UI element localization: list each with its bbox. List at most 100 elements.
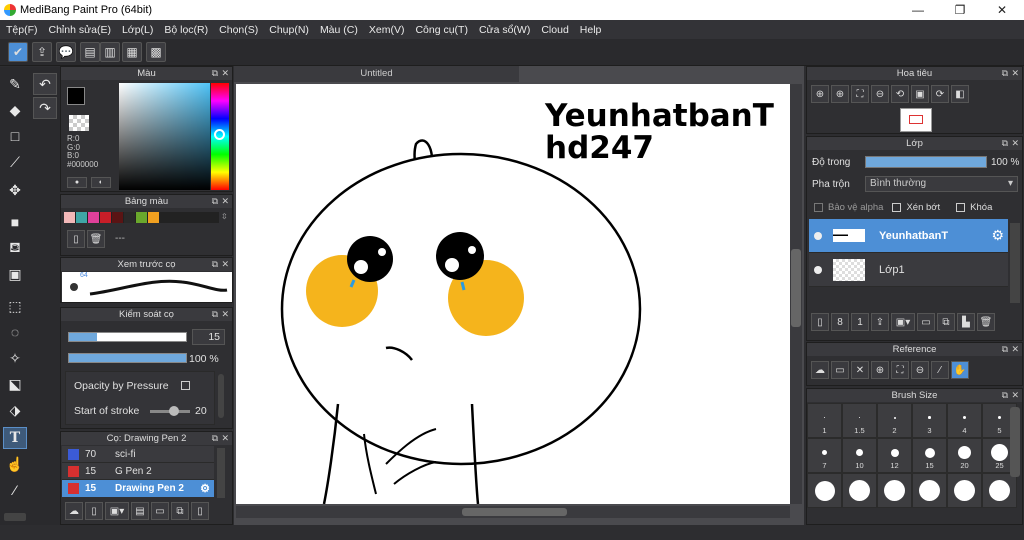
start-stroke-handle[interactable] (169, 406, 179, 416)
brush-size-slider[interactable] (68, 332, 187, 342)
magic-wand-icon[interactable]: ✧ (3, 347, 27, 369)
bucket-tool-icon[interactable]: ⛾ (3, 237, 27, 259)
menu-color[interactable]: Màu (C) (320, 24, 358, 36)
close-button[interactable]: ✕ (990, 2, 1014, 18)
brush-size-cell[interactable]: 1.5 (842, 403, 877, 438)
layer-opacity-slider[interactable] (865, 156, 987, 168)
opacity-pressure-checkbox[interactable] (181, 381, 190, 390)
brush-size-scrollbar[interactable] (1010, 407, 1020, 477)
tool-scroll-handle[interactable] (4, 513, 26, 521)
brush-size-cell[interactable]: 12 (877, 438, 912, 473)
duplicate-brush-icon[interactable]: ⧉ (171, 502, 189, 520)
new-1bit-layer-icon[interactable]: 1 (851, 313, 869, 331)
menu-help[interactable]: Help (580, 24, 602, 36)
merge-layer-icon[interactable]: ▙ (957, 313, 975, 331)
grid-check-icon[interactable]: ▩ (146, 42, 166, 62)
color-tool-icon[interactable]: ● (67, 177, 87, 188)
undock-icon[interactable]: ⧉ (212, 258, 218, 271)
zoom-out-icon[interactable]: ⊖ (911, 361, 929, 379)
new-palette-icon[interactable]: ▯ (67, 230, 85, 248)
brush-settings-icon[interactable]: ▤ (131, 502, 149, 520)
drawing-canvas[interactable]: YeunhatbanT hd247 (236, 84, 790, 504)
palette-swatch[interactable] (76, 212, 87, 223)
menu-select[interactable]: Chọn(S) (219, 24, 258, 36)
close-icon[interactable]: ✕ (221, 258, 229, 271)
brush-size-cell[interactable]: 3 (912, 403, 947, 438)
flip-icon[interactable]: ◧ (951, 85, 969, 103)
list-item-selected[interactable]: 15 Drawing Pen 2 ⚙ (62, 480, 214, 497)
palette-swatch[interactable] (148, 212, 159, 223)
fill-rect-tool-icon[interactable]: ■ (3, 211, 27, 233)
layer-visibility-icon[interactable] (814, 231, 822, 240)
close-icon[interactable]: ✕ (221, 432, 229, 445)
brush-size-cell[interactable] (842, 473, 877, 508)
restore-button[interactable]: ❐ (948, 2, 972, 18)
undock-icon[interactable]: ⧉ (1002, 343, 1008, 356)
menu-snap[interactable]: Chụp(N) (269, 24, 309, 36)
undock-icon[interactable]: ⧉ (1002, 389, 1008, 402)
text-tool-icon[interactable]: T (3, 427, 27, 449)
zoom-out-icon[interactable]: ⊖ (871, 85, 889, 103)
close-icon[interactable]: ✕ (221, 67, 229, 80)
list-item[interactable]: 70 sci-fi (62, 446, 214, 463)
page-icon[interactable]: ▥ (100, 42, 120, 62)
brush-size-cell[interactable] (807, 473, 842, 508)
add-layer-dropdown-icon[interactable]: ▣▾ (891, 313, 915, 331)
menu-layer[interactable]: Lớp(L) (122, 24, 153, 36)
blend-mode-select[interactable]: Bình thường ▾ (865, 176, 1018, 192)
horizontal-scroll-thumb[interactable] (462, 508, 567, 516)
start-stroke-slider[interactable] (150, 406, 190, 416)
delete-layer-icon[interactable]: 🗑 (977, 313, 995, 331)
layer-list-scrollbar[interactable] (1010, 223, 1020, 303)
canvas-horizontal-scrollbar[interactable] (236, 506, 790, 518)
brush-size-cell[interactable]: 2 (877, 403, 912, 438)
menu-edit[interactable]: Chỉnh sửa(E) (49, 24, 111, 36)
close-icon[interactable]: ✕ (221, 308, 229, 321)
close-icon[interactable]: ✕ (1011, 137, 1019, 150)
palette-swatch[interactable] (112, 212, 123, 223)
menu-filter[interactable]: Bộ lọc(R) (164, 24, 208, 36)
menu-cloud[interactable]: Cloud (541, 24, 568, 36)
undo-icon[interactable]: ↶ (33, 73, 57, 95)
select-tool-icon[interactable]: ⬚ (3, 295, 27, 317)
fit-icon[interactable]: ⛶ (891, 361, 909, 379)
undock-icon[interactable]: ⧉ (212, 308, 218, 321)
folder-icon[interactable]: ▭ (917, 313, 935, 331)
menu-tools[interactable]: Công cụ(T) (415, 24, 468, 36)
palette-swatch[interactable] (124, 212, 135, 223)
brush-size-cell[interactable]: 15 (912, 438, 947, 473)
brush-settings-gear-icon[interactable]: ⚙ (200, 482, 210, 495)
saturation-value-picker[interactable] (119, 83, 210, 190)
brush-size-cell[interactable]: 20 (947, 438, 982, 473)
duplicate-layer-icon[interactable]: ⧉ (937, 313, 955, 331)
navigator-thumbnail[interactable] (900, 108, 932, 132)
clip-checkbox[interactable] (892, 203, 902, 212)
new-layer-icon[interactable]: ▯ (811, 313, 829, 331)
palette-swatch[interactable] (88, 212, 99, 223)
brush-size-cell[interactable]: 7 (807, 438, 842, 473)
hue-handle[interactable] (214, 129, 225, 140)
menu-file[interactable]: Tệp(F) (6, 24, 38, 36)
color-swap-icon[interactable]: ◐ (91, 177, 111, 188)
brush-size-cell[interactable]: 1 (807, 403, 842, 438)
canvas-tab[interactable]: Untitled (234, 66, 519, 82)
add-brush-dropdown-icon[interactable]: ▣▾ (105, 502, 129, 520)
share-icon[interactable]: ⇪ (32, 42, 52, 62)
transparent-swatch[interactable] (69, 115, 89, 131)
layer-settings-gear-icon[interactable]: ⚙ (991, 227, 1004, 244)
brush-opacity-slider[interactable] (68, 353, 187, 363)
undock-icon[interactable]: ⧉ (212, 195, 218, 208)
eraser-tool-icon[interactable]: ◆ (3, 99, 27, 121)
actual-size-icon[interactable]: ▣ (911, 85, 929, 103)
navigator-viewport[interactable] (909, 115, 923, 124)
list-item[interactable]: 15 G Pen 2 (62, 463, 214, 480)
fit-screen-icon[interactable]: ⛶ (851, 85, 869, 103)
palette-swatch[interactable] (136, 212, 147, 223)
redo-icon[interactable]: ↷ (33, 97, 57, 119)
brush-size-cell[interactable] (982, 473, 1017, 508)
layer-row-selected[interactable]: ▬▬▬ YeunhatbanT ⚙ (809, 219, 1008, 253)
rotate-left-icon[interactable]: ⟲ (891, 85, 909, 103)
new-brush-icon[interactable]: ▯ (85, 502, 103, 520)
brush-size-cell[interactable]: 10 (842, 438, 877, 473)
antialias-icon[interactable]: ✔ (8, 42, 28, 62)
